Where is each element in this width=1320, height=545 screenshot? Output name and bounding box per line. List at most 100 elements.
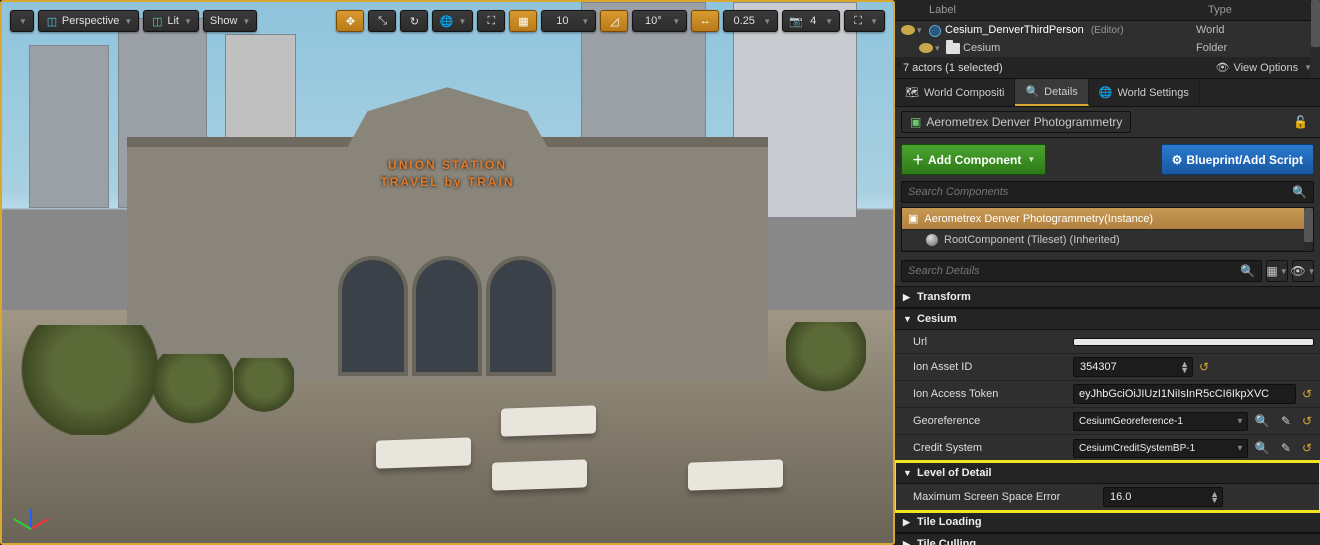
asset-id-input[interactable]: 354307 ▲▼ [1073,357,1193,377]
outliner-row-folder[interactable]: ▾ Cesium Folder [895,39,1320,57]
view-options-button[interactable]: 👁▼ [1292,260,1314,282]
outliner-header-label[interactable]: Label [895,0,1200,20]
lit-button[interactable]: ◫ Lit ▼ [143,10,199,32]
outliner-row-world[interactable]: ▾ Cesium_DenverThirdPerson (Editor) Worl… [895,21,1320,39]
property-credit-system: Credit System CesiumCreditSystemBP-1▼ 🔍 … [895,435,1320,462]
grid-size-button[interactable]: 10▼ [541,10,596,32]
select-mode-button[interactable]: ✥ [336,10,364,32]
search-components-input[interactable] [908,186,1292,198]
actor-name: Aerometrex Denver Photogrammetry [926,115,1122,129]
row-suffix: (Editor) [1087,24,1128,37]
component-row-root[interactable]: RootComponent (Tileset) (Inherited) [902,230,1313,251]
scale-space-button[interactable]: 🌐▼ [432,10,473,32]
cam-speed-value: 4 [806,15,820,27]
visibility-toggle[interactable] [899,25,917,35]
property-list: ▶Transform ▼Cesium Url Ion Asset ID 3543… [895,286,1320,545]
viewport-maximize-button[interactable]: ⛶▼ [844,10,885,32]
camera-speed-button[interactable]: 📷4▼ [782,10,840,32]
use-selected-icon[interactable]: ✎ [1276,438,1296,458]
scale-snap-value-button[interactable]: 0.25▼ [723,10,778,32]
visibility-toggle[interactable] [917,43,935,53]
lock-icon[interactable]: 🔓 [1293,115,1314,129]
cube-icon: ◫ [45,14,59,28]
button-label: Blueprint/Add Script [1186,153,1303,167]
token-input[interactable]: eyJhbGciOiJIUzI1NiIsInR5cCI6IkpXVC [1073,384,1296,404]
category-label: Tile Culling [917,538,976,545]
spinner-icon[interactable]: ▲▼ [1180,361,1189,373]
components-list: ▣ Aerometrex Denver Photogrammetry(Insta… [901,207,1314,252]
show-button[interactable]: Show ▼ [203,10,257,32]
property-ion-access-token: Ion Access Token eyJhbGciOiJIUzI1NiIsInR… [895,381,1320,408]
translate-button[interactable]: ⤡ [368,10,396,32]
credit-system-dropdown[interactable]: CesiumCreditSystemBP-1▼ [1073,439,1248,458]
rotate-button[interactable]: ↻ [400,10,428,32]
use-selected-icon[interactable]: ✎ [1276,411,1296,431]
angle-snap-button[interactable]: ◿ [600,10,628,32]
property-matrix-button[interactable]: ▦▼ [1266,260,1288,282]
eye-icon: 👁 [1290,264,1305,278]
perspective-button[interactable]: ◫ Perspective ▼ [38,10,139,32]
search-details[interactable]: 🔍 [901,260,1262,282]
category-tile-loading[interactable]: ▶Tile Loading [895,511,1320,533]
viewport-menu-button[interactable]: ▼ [10,10,34,32]
url-input[interactable] [1073,338,1314,346]
reset-button[interactable]: ↺ [1300,387,1314,401]
category-transform[interactable]: ▶Transform [895,286,1320,308]
find-icon[interactable]: 🔍 [1252,411,1272,431]
find-icon[interactable]: 🔍 [1252,438,1272,458]
search-components[interactable]: 🔍 [901,181,1314,203]
actor-chip[interactable]: ▣ Aerometrex Denver Photogrammetry [901,111,1131,133]
outliner-scrollbar[interactable] [1311,0,1320,78]
tab-details[interactable]: 🔍 Details [1015,79,1088,106]
reset-button[interactable]: ↺ [1300,441,1314,455]
tab-label: World Settings [1118,87,1189,99]
tree [153,354,233,424]
category-cesium[interactable]: ▼Cesium [895,308,1320,330]
expand-toggle[interactable]: ▾ [917,25,927,36]
search-icon: 🔍 [1292,185,1307,199]
property-label: Ion Asset ID [913,361,1073,373]
tab-label: Details [1044,86,1078,98]
viewport-3d[interactable]: UNION STATION TRAVEL by TRAIN ▼ ◫ Perspe… [0,0,895,545]
grid-size-value: 10 [548,15,576,27]
view-options-button[interactable]: 👁View Options▼ [1216,61,1313,74]
blueprint-button[interactable]: ⚙ Blueprint/Add Script [1161,144,1314,175]
actor-icon: ▣ [908,212,918,225]
property-url: Url [895,330,1320,354]
outliner-header-type[interactable]: Type [1200,0,1320,20]
expand-toggle[interactable]: ▾ [935,43,945,54]
spinner-icon[interactable]: ▲▼ [1210,491,1219,503]
property-max-screen-space-error: Maximum Screen Space Error 16.0 ▲▼ [895,484,1320,511]
tent [501,405,596,436]
reset-button[interactable]: ↺ [1300,414,1314,428]
scale-snap-button[interactable]: ↔ [691,10,719,32]
grid-snap-button[interactable]: ▦ [509,10,537,32]
angle-size-button[interactable]: 10°▼ [632,10,687,32]
category-tile-culling[interactable]: ▶Tile Culling [895,533,1320,545]
row-type: World [1196,24,1316,36]
world-outliner: Label Type ▾ Cesium_DenverThirdPerson (E… [895,0,1320,79]
tent [492,459,587,490]
components-scrollbar[interactable] [1304,208,1313,251]
scene-component-icon [926,234,938,246]
expand-icon: ⛶ [851,14,865,28]
row-label: Cesium [961,42,1196,54]
tab-world-settings[interactable]: 🌐 World Settings [1089,79,1200,106]
add-component-button[interactable]: ＋ Add Component ▼ [901,144,1046,175]
grid-icon: ▦ [1266,264,1277,278]
move-icon: ✥ [343,14,357,28]
tab-world-composition[interactable]: 🗺 World Compositi [895,79,1015,106]
category-level-of-detail[interactable]: ▼Level of Detail [895,462,1320,484]
surface-snap-button[interactable]: ⛶ [477,10,505,32]
viewport-toolbar-right: ✥ ⤡ ↻ 🌐▼ ⛶ ▦ 10▼ ◿ 10°▼ ↔ 0.25▼ 📷4▼ ⛶▼ [332,6,889,36]
reset-button[interactable]: ↺ [1197,360,1211,374]
viewport-scene: UNION STATION TRAVEL by TRAIN [2,2,893,543]
property-label: Ion Access Token [913,388,1073,400]
property-label: Georeference [913,415,1073,427]
msse-input[interactable]: 16.0 ▲▼ [1103,487,1223,507]
georeference-dropdown[interactable]: CesiumGeoreference-1▼ [1073,412,1248,431]
component-row-instance[interactable]: ▣ Aerometrex Denver Photogrammetry(Insta… [902,208,1313,230]
eye-icon [919,43,933,53]
search-icon: 🔍 [1240,264,1255,278]
search-details-input[interactable] [908,265,1240,277]
